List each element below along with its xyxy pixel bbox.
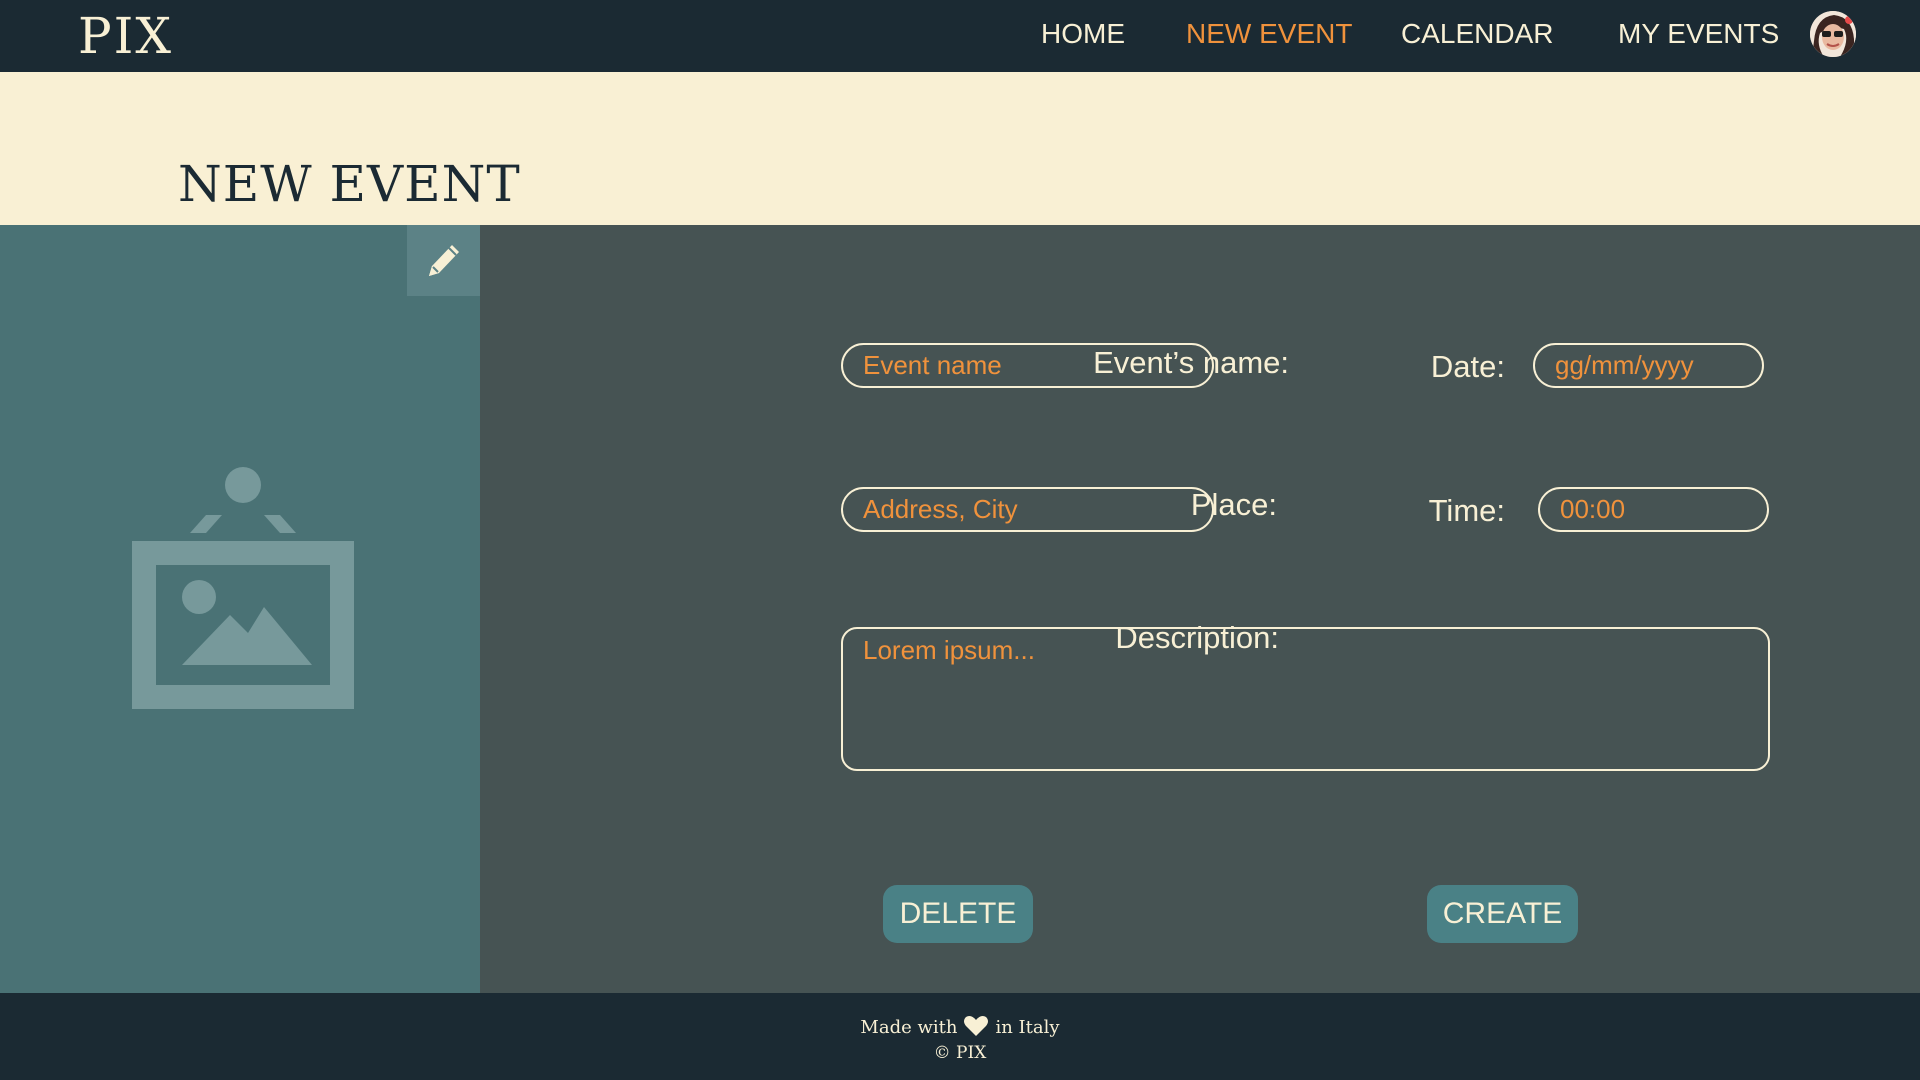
app-logo[interactable]: PIX: [78, 6, 173, 66]
event-name-input[interactable]: [841, 343, 1214, 388]
user-avatar[interactable]: [1810, 11, 1856, 57]
edit-image-button[interactable]: [407, 225, 480, 296]
top-navigation-bar: PIX HOME NEW EVENT CALENDAR MY EVENTS: [0, 0, 1920, 72]
date-input[interactable]: [1533, 343, 1764, 388]
nav-item-my-events[interactable]: MY EVENTS: [1618, 14, 1779, 54]
page-footer: Made with in Italy © PIX: [0, 993, 1920, 1080]
framed-picture-icon: [132, 467, 354, 709]
footer-made-with: Made with in Italy: [0, 1015, 1920, 1042]
nav-item-new-event[interactable]: NEW EVENT: [1186, 14, 1352, 54]
time-label: Time:: [1428, 493, 1505, 528]
page-title: NEW EVENT: [178, 155, 521, 213]
place-input[interactable]: [841, 487, 1214, 532]
footer-country-text: in Italy: [995, 1017, 1060, 1038]
footer-made-with-text: Made with: [860, 1017, 958, 1038]
nav-item-home[interactable]: HOME: [1041, 14, 1125, 54]
create-button[interactable]: CREATE: [1427, 885, 1578, 943]
event-image-panel: [0, 225, 480, 995]
image-placeholder: [130, 465, 356, 720]
time-input[interactable]: [1538, 487, 1769, 532]
pencil-icon: [429, 245, 459, 276]
description-textarea[interactable]: [841, 627, 1770, 771]
user-avatar-icon: [1810, 11, 1856, 57]
heart-icon: [963, 1015, 989, 1042]
page-title-band: NEW EVENT: [0, 72, 1920, 225]
date-label: Date:: [1430, 349, 1505, 384]
footer-copyright: © PIX: [933, 1043, 987, 1063]
nav-item-calendar[interactable]: CALENDAR: [1401, 14, 1553, 54]
event-form-panel: Event’s name: Date: Place: Time: Descrip…: [480, 225, 1920, 993]
delete-button[interactable]: DELETE: [883, 885, 1033, 943]
